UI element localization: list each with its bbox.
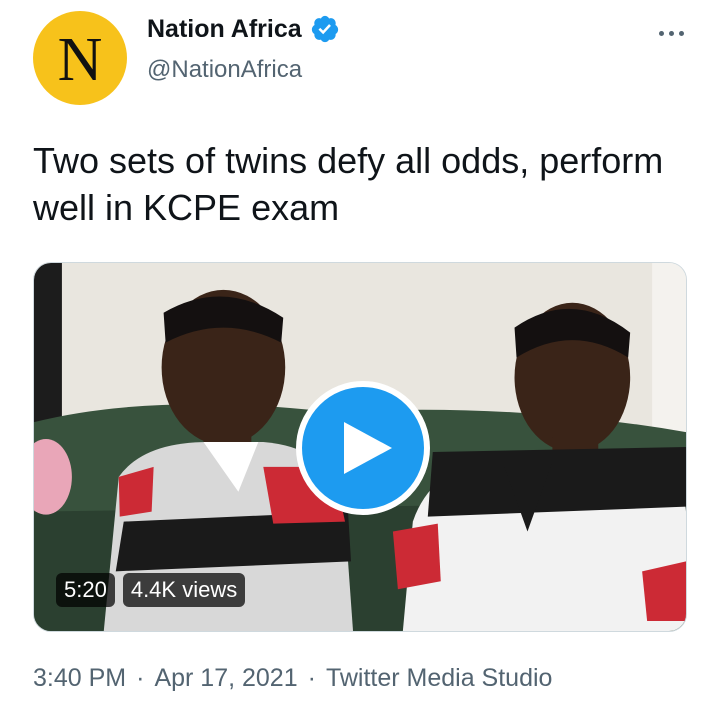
tweet-time[interactable]: 3:40 PM xyxy=(33,664,126,693)
video-duration: 5:20 xyxy=(56,573,115,607)
tweet-source[interactable]: Twitter Media Studio xyxy=(326,664,553,693)
more-options-icon[interactable] xyxy=(651,20,691,46)
avatar[interactable]: N xyxy=(33,11,127,105)
more-dot xyxy=(658,30,664,36)
more-dot xyxy=(668,30,674,36)
verified-badge-icon xyxy=(311,15,338,43)
tweet-date[interactable]: Apr 17, 2021 xyxy=(154,664,297,693)
play-icon xyxy=(344,422,392,474)
more-dot xyxy=(678,30,684,36)
video-meta: 5:20 4.4K views xyxy=(56,573,246,607)
play-button[interactable] xyxy=(296,381,430,515)
separator: · xyxy=(136,664,145,692)
tweet-footer: 3:40 PM · Apr 17, 2021 · Twitter Media S… xyxy=(33,664,552,693)
video-player[interactable]: 5:20 4.4K views xyxy=(33,262,687,632)
separator: · xyxy=(307,664,316,692)
video-views: 4.4K views xyxy=(122,573,246,607)
avatar-letter: N xyxy=(57,26,103,94)
tweet-text: Two sets of twins defy all odds, perform… xyxy=(33,140,664,228)
name-row: Nation Africa xyxy=(147,14,340,44)
user-handle[interactable]: @NationAfrica xyxy=(147,56,302,84)
display-name[interactable]: Nation Africa xyxy=(147,15,302,44)
